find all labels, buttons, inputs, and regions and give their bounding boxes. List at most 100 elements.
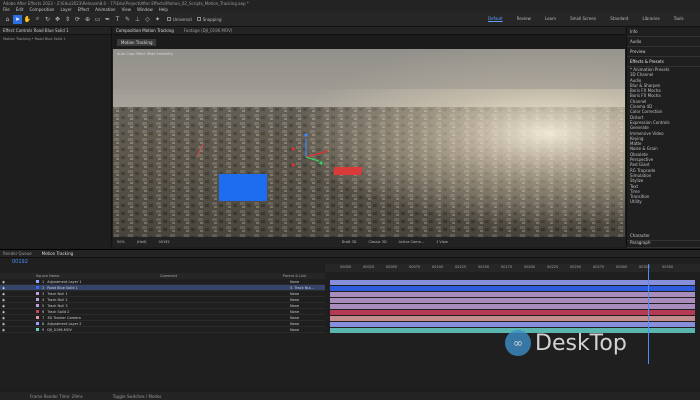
effect-controls-tab[interactable]: Effect Controls Road Blue Solid 1 — [0, 27, 111, 35]
menu-window[interactable]: Window — [137, 7, 153, 12]
layer-parent-select[interactable]: None — [290, 316, 299, 320]
stamp-tool-icon[interactable]: ⊥ — [133, 15, 142, 24]
resolution-select[interactable]: (Half) — [137, 240, 147, 244]
layer-name[interactable]: DJI_0196.MOV — [47, 328, 72, 332]
workspace-default[interactable]: Default — [488, 16, 503, 21]
layer-name[interactable]: Track Null 2 — [47, 298, 67, 302]
workspace-small-screen[interactable]: Small Screen — [570, 16, 596, 21]
dolly-tool-icon[interactable]: ⇕ — [63, 15, 72, 24]
menu-effect[interactable]: Effect — [78, 7, 90, 12]
menu-edit[interactable]: Edit — [16, 7, 24, 12]
composition-tab[interactable]: Composition Motion Tracking — [116, 28, 174, 33]
toggle-switches-modes[interactable]: Toggle Switches / Modes — [113, 394, 162, 399]
render-queue-tab[interactable]: Render Queue — [3, 251, 32, 256]
layer-label-color[interactable] — [36, 280, 39, 283]
gizmo-handle[interactable] — [304, 133, 308, 137]
info-panel-header[interactable]: Info — [627, 27, 700, 37]
motion-tracking-tab[interactable]: Motion Tracking — [42, 251, 73, 256]
effects-presets-header[interactable]: Effects & Presets — [627, 57, 700, 67]
paragraph-panel-header[interactable]: Paragraph — [627, 238, 700, 248]
snapping-toggle[interactable]: Snapping — [196, 17, 222, 22]
workspace-libraries[interactable]: Libraries — [642, 16, 659, 21]
layer-label-color[interactable] — [36, 286, 39, 289]
type-tool-icon[interactable]: T — [113, 15, 122, 24]
active-camera-select[interactable]: Active Came... — [399, 240, 424, 244]
workspace-tools[interactable]: Tools — [674, 16, 684, 21]
footage-tab[interactable]: Footage (DJI_0196.MOV) — [184, 28, 233, 33]
audio-panel-header[interactable]: Audio — [627, 37, 700, 47]
rectangle-tool-icon[interactable]: ▭ — [93, 15, 102, 24]
layer-duration-bar[interactable] — [330, 298, 695, 303]
draft-3d-toggle[interactable]: Draft 3D — [342, 240, 357, 244]
visibility-eye-icon[interactable]: ◉ — [2, 292, 5, 296]
layer-parent-select[interactable]: 5. Track Nul... — [290, 286, 314, 290]
layer-duration-bar[interactable] — [330, 286, 695, 291]
zoom-select[interactable]: 50% — [117, 240, 125, 244]
layer-label-color[interactable] — [36, 316, 39, 319]
layer-parent-select[interactable]: None — [290, 322, 299, 326]
zoom-tool-icon[interactable]: ⌕ — [33, 15, 42, 24]
preview-panel-header[interactable]: Preview — [627, 47, 700, 57]
menu-file[interactable]: File — [3, 7, 10, 12]
workspace-review[interactable]: Review — [517, 16, 531, 21]
menu-animation[interactable]: Animation — [95, 7, 115, 12]
layer-parent-select[interactable]: None — [290, 280, 299, 284]
hand-tool-icon[interactable]: ✋ — [23, 15, 32, 24]
red-solid-layer[interactable] — [333, 167, 363, 175]
gizmo-handle[interactable] — [291, 147, 295, 151]
layer-label-color[interactable] — [36, 304, 39, 307]
timeline-timecode[interactable]: 00192 — [12, 259, 28, 265]
layer-duration-bar[interactable] — [330, 316, 695, 321]
layer-duration-bar[interactable] — [330, 304, 695, 309]
visibility-eye-icon[interactable]: ◉ — [2, 328, 5, 332]
layer-parent-select[interactable]: None — [290, 298, 299, 302]
layer-name[interactable]: Adjustment Layer 2 — [47, 322, 81, 326]
layer-label-color[interactable] — [36, 310, 39, 313]
layer-parent-select[interactable]: None — [290, 292, 299, 296]
rotate-tool-icon[interactable]: ⟳ — [73, 15, 82, 24]
menu-view[interactable]: View — [122, 7, 132, 12]
home-icon[interactable]: ⌂ — [3, 15, 12, 24]
comment-header[interactable]: Comment — [160, 274, 177, 278]
orbit-tool-icon[interactable]: ↻ — [43, 15, 52, 24]
visibility-eye-icon[interactable]: ◉ — [2, 316, 5, 320]
selection-tool-icon[interactable]: ➤ — [13, 14, 22, 24]
brush-tool-icon[interactable]: ✎ — [123, 15, 132, 24]
eraser-tool-icon[interactable]: ◇ — [143, 15, 152, 24]
layer-label-color[interactable] — [36, 292, 39, 295]
puppet-tool-icon[interactable]: ✦ — [153, 15, 162, 24]
layer-duration-bar[interactable] — [330, 292, 695, 297]
menu-help[interactable]: Help — [159, 7, 168, 12]
layer-label-color[interactable] — [36, 298, 39, 301]
layer-name[interactable]: Track Null 1 — [47, 292, 67, 296]
playhead[interactable] — [648, 264, 649, 364]
visibility-eye-icon[interactable]: ◉ — [2, 280, 5, 284]
effect-category[interactable]: Utility — [627, 199, 700, 204]
layer-parent-select[interactable]: None — [290, 328, 299, 332]
menu-composition[interactable]: Composition — [29, 7, 54, 12]
layer-label-color[interactable] — [36, 328, 39, 331]
source-name-header[interactable]: Source Name — [36, 274, 59, 278]
layer-name[interactable]: Track Null 3 — [47, 304, 67, 308]
gizmo-handle[interactable] — [291, 163, 295, 167]
layer-label-color[interactable] — [36, 322, 39, 325]
layer-name[interactable]: 3D Tracker Camera — [47, 316, 81, 320]
view-layout-select[interactable]: 1 View — [436, 240, 448, 244]
visibility-eye-icon[interactable]: ◉ — [2, 322, 5, 326]
pan-tool-icon[interactable]: ✥ — [53, 15, 62, 24]
layer-row[interactable]: ◉ 9 DJI_0196.MOV None — [0, 327, 325, 333]
layer-name[interactable]: Adjustment Layer 1 — [47, 280, 81, 284]
layer-name[interactable]: Track Solid 2 — [47, 310, 69, 314]
universal-toggle[interactable]: Universal — [167, 17, 192, 22]
visibility-eye-icon[interactable]: ◉ — [2, 310, 5, 314]
composition-viewer[interactable]: Auto Crop Effect Wide Smoothly — [113, 49, 625, 237]
layer-name[interactable]: Road Blue Solid 1 — [47, 286, 78, 290]
viewer-timecode[interactable]: 00192 — [159, 240, 170, 244]
composition-chip[interactable]: Motion Tracking — [117, 38, 157, 46]
layer-duration-bar[interactable] — [330, 322, 695, 327]
renderer-select[interactable]: Classic 3D — [369, 240, 387, 244]
visibility-eye-icon[interactable]: ◉ — [2, 286, 5, 290]
workspace-learn[interactable]: Learn — [545, 16, 556, 21]
layer-duration-bar[interactable] — [330, 280, 695, 285]
layer-parent-select[interactable]: None — [290, 310, 299, 314]
